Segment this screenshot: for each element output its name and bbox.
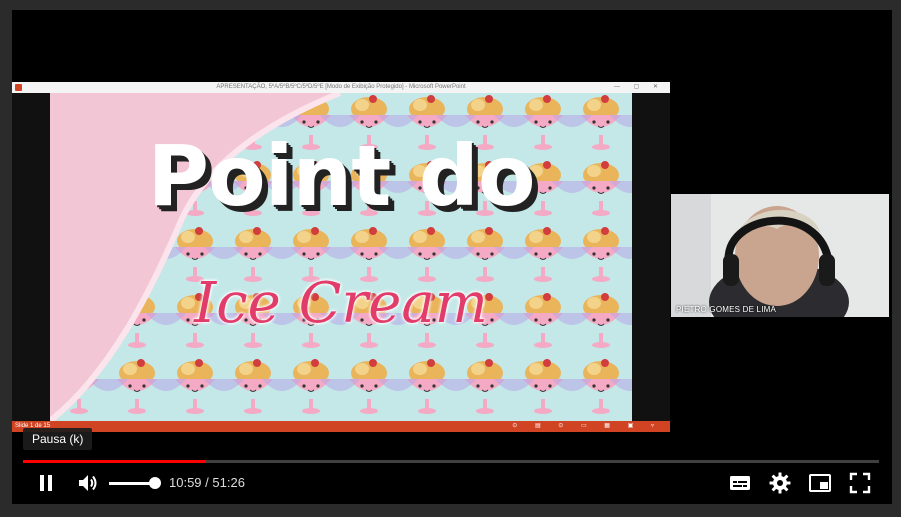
pause-tooltip: Pausa (k): [23, 428, 93, 450]
slide-title: Point do: [147, 127, 535, 225]
pause-icon: [40, 475, 52, 491]
subtitles-button[interactable]: [723, 468, 757, 498]
fullscreen-icon: [849, 472, 871, 494]
time-separator: /: [201, 475, 213, 490]
powerpoint-window: APRESENTAÇÃO, 5ºA/5ºB/5ºC/5ºD/5ºE [Modo …: [12, 82, 670, 432]
video-frame[interactable]: APRESENTAÇÃO, 5ºA/5ºB/5ºC/5ºD/5ºE [Modo …: [12, 10, 892, 504]
pause-button[interactable]: [23, 468, 69, 498]
miniplayer-icon: [809, 474, 831, 492]
volume-slider[interactable]: [109, 477, 161, 489]
view-buttons: ⊙ ▤ ⊙ ▭ ▦ ▣ ▿: [512, 423, 662, 429]
mute-button[interactable]: [69, 468, 107, 498]
settings-button[interactable]: [763, 468, 797, 498]
volume-icon: [79, 475, 97, 491]
slide: Point do Ice Cream: [50, 93, 632, 421]
participant-video: [671, 194, 889, 317]
subtitles-icon: [730, 476, 750, 490]
progress-played: [23, 460, 207, 463]
window-controls: — ▢ ✕: [613, 84, 664, 90]
powerpoint-titlebar: APRESENTAÇÃO, 5ºA/5ºB/5ºC/5ºD/5ºE [Modo …: [12, 82, 670, 93]
slide-subtitle: Ice Cream: [194, 271, 488, 336]
player-controls: 10:59 / 51:26: [23, 468, 879, 498]
participant-name: PIETRO GOMES DE LIMA: [676, 305, 777, 314]
progress-bar[interactable]: [23, 460, 879, 463]
powerpoint-window-title: APRESENTAÇÃO, 5ºA/5ºB/5ºC/5ºD/5ºE [Modo …: [216, 84, 466, 90]
participant-webcam: PIETRO GOMES DE LIMA: [671, 194, 889, 317]
volume-handle[interactable]: [149, 477, 161, 489]
current-time: 10:59: [169, 475, 202, 490]
gear-icon: [769, 472, 791, 494]
powerpoint-icon: [15, 84, 22, 91]
fullscreen-button[interactable]: [843, 468, 877, 498]
duration: 51:26: [212, 475, 245, 490]
time-display: 10:59 / 51:26: [169, 468, 245, 498]
powerpoint-statusbar: Slide 1 de 15 ⊙ ▤ ⊙ ▭ ▦ ▣ ▿: [12, 421, 670, 432]
miniplayer-button[interactable]: [803, 468, 837, 498]
